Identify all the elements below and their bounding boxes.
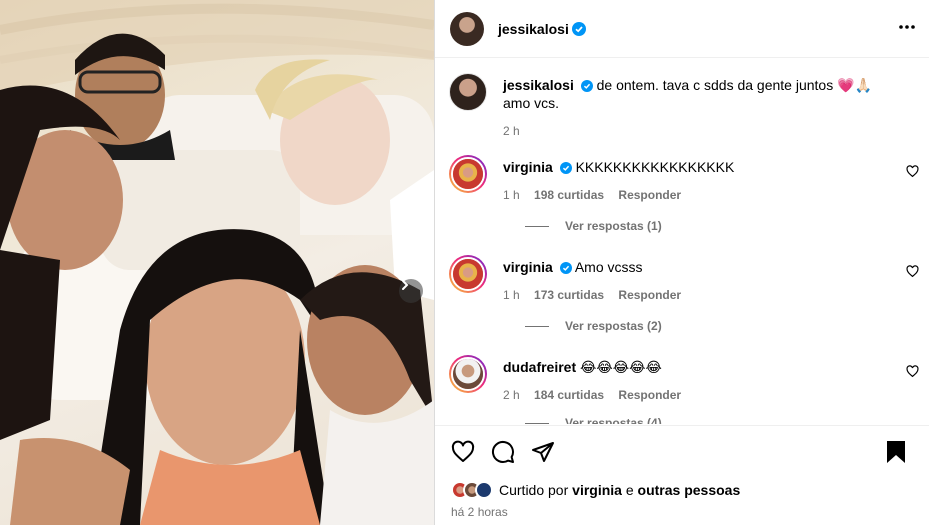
comment-age: 1 h xyxy=(503,288,520,302)
caption-author-avatar[interactable] xyxy=(449,73,487,111)
liked-by-joiner: e xyxy=(625,482,634,498)
verified-icon xyxy=(559,262,572,274)
share-icon[interactable] xyxy=(531,440,555,464)
heart-icon[interactable] xyxy=(906,265,919,278)
verified-icon xyxy=(559,162,572,174)
comment-likes[interactable]: 198 curtidas xyxy=(534,188,604,202)
replies-divider xyxy=(525,225,549,227)
comment-row: virginia KKKKKKKKKKKKKKKKK 1 h 198 curti… xyxy=(449,155,919,202)
comment-body: dudafreiret 😂😂😂😂😂 2 h 184 curtidas Respo… xyxy=(503,358,883,404)
chevron-right-icon xyxy=(402,280,409,290)
comment-avatar[interactable] xyxy=(449,355,487,393)
next-photo-button[interactable] xyxy=(399,279,423,303)
author-username[interactable]: jessikalosi xyxy=(498,21,569,37)
selfie-illustration xyxy=(0,0,434,525)
comments-section: jessikalosi de ontem. tava c sdds da gen… xyxy=(435,59,929,424)
heart-icon[interactable] xyxy=(906,365,919,378)
reply-button[interactable]: Responder xyxy=(618,188,681,202)
comment-likes[interactable]: 173 curtidas xyxy=(534,288,604,302)
comment-text: 😂😂😂😂😂 xyxy=(580,359,662,375)
view-replies-label: Ver respostas (4) xyxy=(565,416,662,424)
comment-body: virginia Amo vcsss 1 h 173 curtidas Resp… xyxy=(503,258,883,304)
liked-by-prefix: Curtido por xyxy=(499,482,569,498)
comment-age: 1 h xyxy=(503,188,520,202)
liker-avatar xyxy=(475,481,493,499)
liked-by: Curtido por virginia e outras pessoas xyxy=(451,481,740,499)
comment-icon[interactable] xyxy=(491,440,515,464)
replies-divider xyxy=(525,325,549,327)
comment-row: dudafreiret 😂😂😂😂😂 2 h 184 curtidas Respo… xyxy=(449,355,919,402)
reply-button[interactable]: Responder xyxy=(618,288,681,302)
caption-age: 2 h xyxy=(503,124,520,138)
view-replies-label: Ver respostas (1) xyxy=(565,219,662,233)
comment-likes[interactable]: 184 curtidas xyxy=(534,388,604,402)
view-replies-button[interactable]: Ver respostas (2) xyxy=(525,319,662,333)
caption-author[interactable]: jessikalosi xyxy=(503,77,574,93)
view-replies-button[interactable]: Ver respostas (1) xyxy=(525,219,662,233)
comment-text: Amo vcsss xyxy=(574,259,643,275)
instagram-post-view: jessikalosi jessikalosi de ontem. tava c… xyxy=(0,0,929,525)
comment-username[interactable]: virginia xyxy=(503,159,553,175)
liked-by-user[interactable]: virginia xyxy=(572,482,622,498)
comment-body: virginia KKKKKKKKKKKKKKKKK 1 h 198 curti… xyxy=(503,158,883,204)
comment-username[interactable]: virginia xyxy=(503,259,553,275)
comment-meta: 2 h 184 curtidas Responder xyxy=(503,386,883,404)
caption-body: jessikalosi de ontem. tava c sdds da gen… xyxy=(503,76,883,140)
view-replies-button[interactable]: Ver respostas (4) xyxy=(525,416,662,424)
caption-meta: 2 h xyxy=(503,122,883,140)
heart-icon[interactable] xyxy=(906,165,919,178)
verified-icon xyxy=(580,80,593,92)
comment-age: 2 h xyxy=(503,388,520,402)
caption-row: jessikalosi de ontem. tava c sdds da gen… xyxy=(449,73,919,138)
author-avatar[interactable] xyxy=(450,11,484,46)
post-side-panel: jessikalosi jessikalosi de ontem. tava c… xyxy=(434,0,929,525)
comment-avatar[interactable] xyxy=(449,255,487,293)
comment-text: KKKKKKKKKKKKKKKKK xyxy=(575,159,735,175)
heart-icon[interactable] xyxy=(451,440,475,464)
comment-meta: 1 h 198 curtidas Responder xyxy=(503,186,883,204)
post-header: jessikalosi xyxy=(435,0,929,58)
post-photo xyxy=(0,0,434,525)
bookmark-icon[interactable] xyxy=(886,440,906,464)
post-timestamp[interactable]: há 2 horas xyxy=(451,505,508,519)
reply-button[interactable]: Responder xyxy=(618,388,681,402)
replies-divider xyxy=(525,422,549,424)
post-actions: Curtido por virginia e outras pessoas há… xyxy=(435,425,929,525)
comment-avatar[interactable] xyxy=(449,155,487,193)
verified-icon xyxy=(571,21,586,36)
comment-meta: 1 h 173 curtidas Responder xyxy=(503,286,883,304)
comment-username[interactable]: dudafreiret xyxy=(503,359,576,375)
comment-row: virginia Amo vcsss 1 h 173 curtidas Resp… xyxy=(449,255,919,302)
liked-by-others[interactable]: outras pessoas xyxy=(638,482,741,498)
more-options-icon[interactable] xyxy=(898,17,916,37)
view-replies-label: Ver respostas (2) xyxy=(565,319,662,333)
